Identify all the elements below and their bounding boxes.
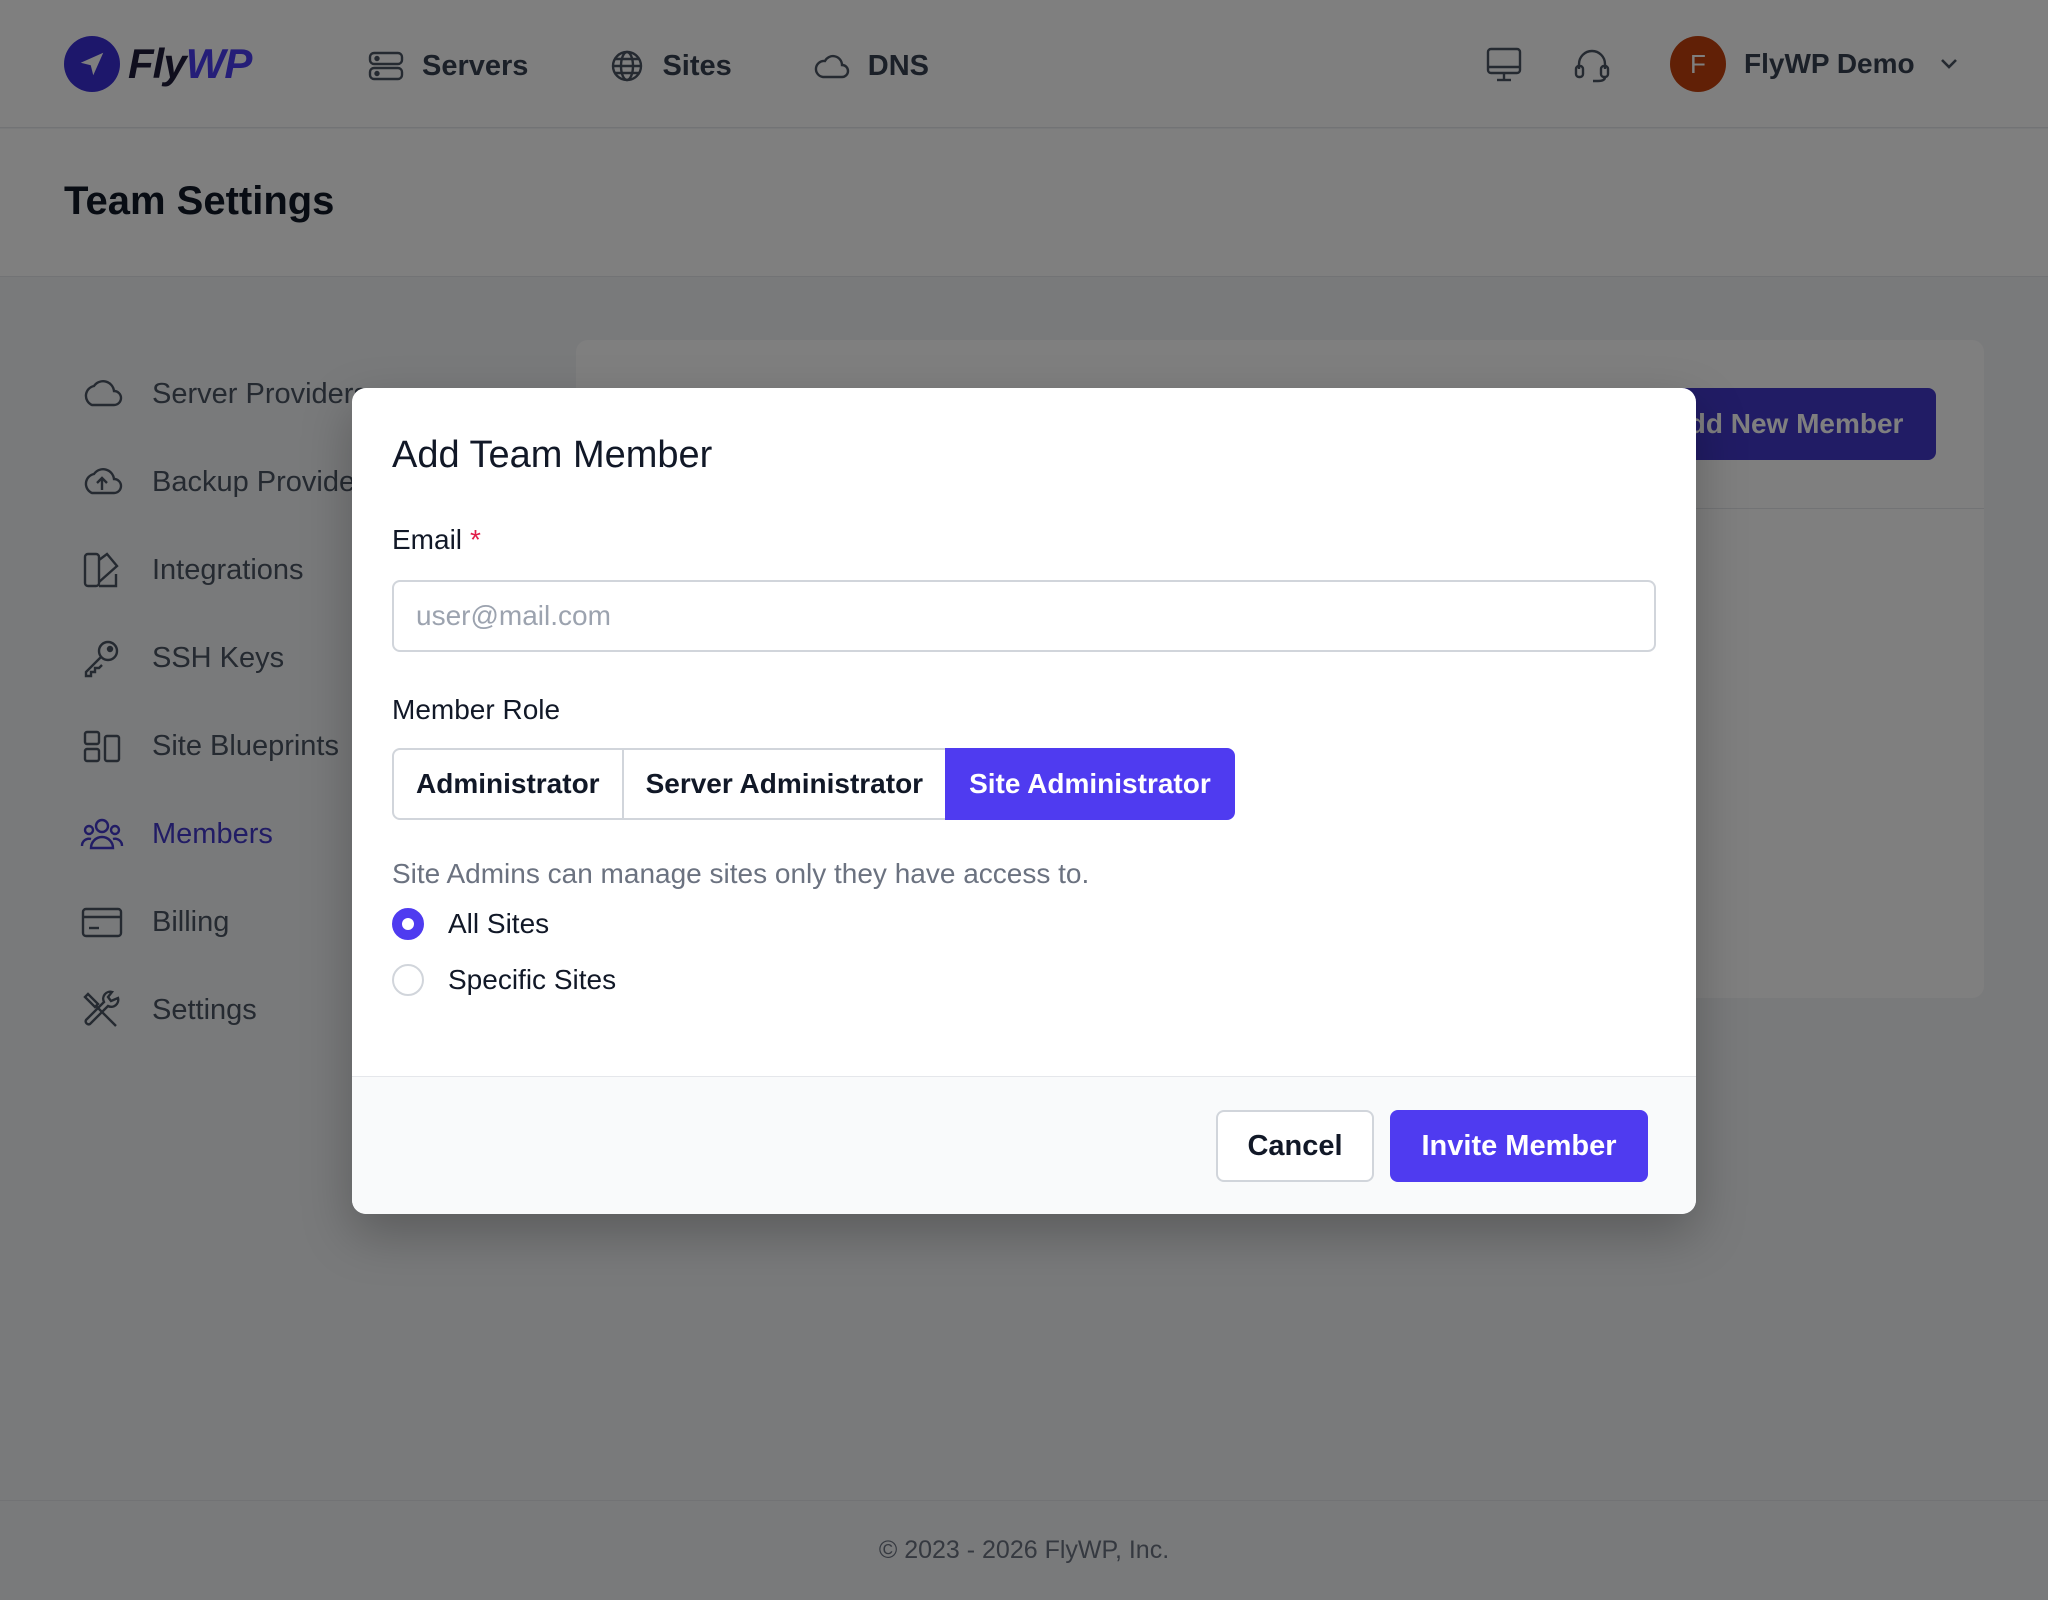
cancel-button[interactable]: Cancel xyxy=(1216,1110,1374,1182)
email-label: Email * xyxy=(392,524,481,556)
radio-all-sites[interactable] xyxy=(392,908,424,940)
role-option-administrator[interactable]: Administrator xyxy=(392,748,624,820)
modal-title: Add Team Member xyxy=(392,434,713,476)
access-option-specific-sites[interactable]: Specific Sites xyxy=(392,962,616,998)
radio-specific-sites-label: Specific Sites xyxy=(448,964,617,995)
role-option-server-administrator[interactable]: Server Administrator xyxy=(621,748,948,820)
app-root: FlyWP Servers Sites DNS F FlyWP Demo xyxy=(0,0,2048,1600)
invite-member-button[interactable]: Invite Member xyxy=(1390,1110,1648,1182)
access-option-all-sites[interactable]: All Sites xyxy=(392,906,549,942)
role-option-site-administrator[interactable]: Site Administrator xyxy=(945,748,1235,820)
radio-specific-sites[interactable] xyxy=(392,964,424,996)
add-team-member-modal: Add Team Member Email* Member Role Admin… xyxy=(352,388,1696,1214)
member-role-group: Administrator Server Administrator Site … xyxy=(392,748,1235,820)
email-input[interactable] xyxy=(392,580,1656,652)
email-label-text: Email xyxy=(392,524,463,555)
required-mark: * xyxy=(470,524,481,555)
member-role-label: Member Role xyxy=(392,694,561,725)
role-description: Site Admins can manage sites only they h… xyxy=(392,858,1090,889)
radio-all-sites-label: All Sites xyxy=(448,908,550,939)
modal-footer: Cancel Invite Member xyxy=(352,1076,1696,1214)
